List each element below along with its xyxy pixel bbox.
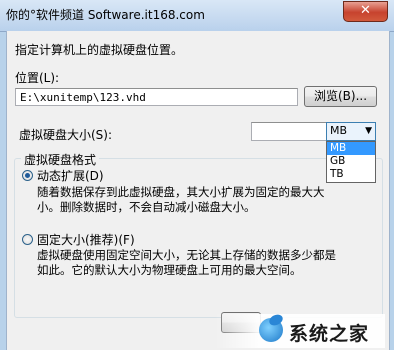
unit-option-tb[interactable]: TB bbox=[327, 168, 375, 181]
unit-option-gb[interactable]: GB bbox=[327, 155, 375, 168]
watermark: 系统之家 bbox=[215, 314, 385, 348]
location-input[interactable]: E:\xunitemp\123.vhd bbox=[15, 88, 298, 106]
window-title: 你的°软件频道 Software.it168.com bbox=[6, 8, 205, 22]
chevron-down-icon: ▼ bbox=[365, 126, 372, 136]
unit-select[interactable]: MB ▼ bbox=[326, 122, 376, 141]
location-label: 位置(L): bbox=[15, 71, 60, 85]
dialog-prompt: 指定计算机上的虚拟硬盘位置。 bbox=[15, 43, 184, 57]
size-label: 虚拟硬盘大小(S): bbox=[19, 128, 113, 142]
unit-dropdown-list: MB GB TB bbox=[326, 141, 376, 183]
size-input[interactable] bbox=[251, 122, 327, 141]
close-icon: ✕ bbox=[360, 3, 371, 18]
dynamic-label[interactable]: 动态扩展(D) bbox=[37, 167, 104, 184]
fixed-radio[interactable] bbox=[22, 234, 33, 245]
unit-select-value: MB bbox=[330, 124, 348, 137]
dialog-client-area: 指定计算机上的虚拟硬盘位置。 位置(L): E:\xunitemp\123.vh… bbox=[6, 31, 390, 350]
browse-button[interactable]: 浏览(B)... bbox=[304, 86, 377, 107]
unit-option-mb[interactable]: MB bbox=[327, 142, 375, 155]
format-group-label: 虚拟硬盘格式 bbox=[21, 151, 100, 168]
watermark-text: 系统之家 bbox=[289, 323, 370, 345]
fixed-description: 虚拟硬盘使用固定空间大小，无论其上存储的数据多少都是如此。它的默认大小为物理硬盘… bbox=[37, 248, 336, 277]
dynamic-radio[interactable] bbox=[22, 170, 33, 181]
title-bar: 你的°软件频道 Software.it168.com ✕ bbox=[0, 0, 394, 32]
watermark-logo-icon bbox=[259, 318, 283, 342]
close-button[interactable]: ✕ bbox=[343, 1, 388, 22]
fixed-label[interactable]: 固定大小(推荐)(F) bbox=[37, 231, 135, 248]
dynamic-description: 随着数据保存到此虚拟硬盘，其大小扩展为固定的最大大小。删除数据时，不会自动减小磁… bbox=[37, 185, 325, 214]
